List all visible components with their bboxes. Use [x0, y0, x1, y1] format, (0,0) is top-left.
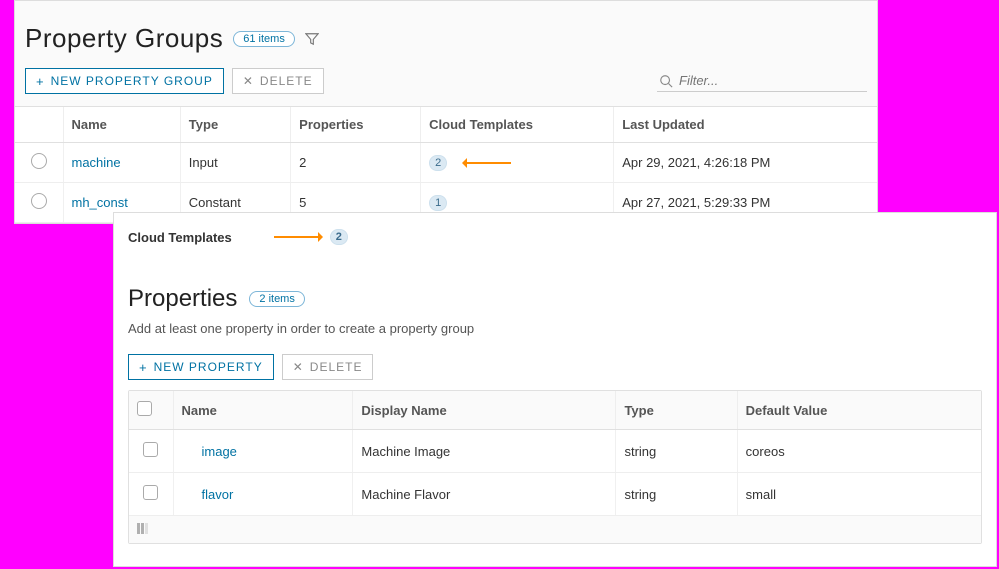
col-cloud-templates[interactable]: Cloud Templates	[421, 107, 614, 143]
detail-panel: Cloud Templates 2 Properties 2 items Add…	[113, 212, 997, 567]
property-type: string	[616, 473, 737, 516]
filter-search[interactable]	[657, 70, 867, 92]
filter-icon[interactable]	[305, 32, 319, 46]
page-title: Property Groups	[25, 23, 223, 54]
new-property-group-button[interactable]: + NEW PROPERTY GROUP	[25, 68, 224, 94]
property-name-link[interactable]: image	[202, 444, 237, 459]
close-icon: ✕	[293, 361, 304, 373]
delete-property-button[interactable]: ✕ DELETE	[282, 354, 374, 380]
col-default-value[interactable]: Default Value	[737, 391, 981, 430]
properties-table: Name Display Name Type Default Value ima…	[129, 391, 981, 516]
property-display-name: Machine Flavor	[353, 473, 616, 516]
annotation-arrow-icon	[463, 162, 511, 164]
group-type: Input	[180, 143, 290, 183]
col-properties[interactable]: Properties	[291, 107, 421, 143]
cloud-templates-badge[interactable]: 1	[429, 195, 447, 211]
property-type: string	[616, 430, 737, 473]
property-default-value: small	[737, 473, 981, 516]
new-property-button[interactable]: + NEW PROPERTY	[128, 354, 274, 380]
search-icon	[659, 74, 673, 88]
row-select-checkbox[interactable]	[143, 485, 158, 500]
col-name[interactable]: Name	[63, 107, 180, 143]
col-type[interactable]: Type	[180, 107, 290, 143]
column-picker-icon[interactable]	[137, 523, 148, 534]
delete-property-label: DELETE	[310, 360, 363, 374]
close-icon: ✕	[243, 75, 254, 87]
properties-count-badge: 2 items	[249, 291, 304, 307]
table-row[interactable]: image Machine Image string coreos	[129, 430, 981, 473]
filter-input[interactable]	[679, 73, 865, 88]
properties-help-text: Add at least one property in order to cr…	[128, 321, 982, 336]
group-name-link[interactable]: mh_const	[72, 195, 128, 210]
row-select-radio[interactable]	[31, 193, 47, 209]
table-row[interactable]: flavor Machine Flavor string small	[129, 473, 981, 516]
property-groups-panel: Property Groups 61 items + NEW PROPERTY …	[14, 0, 878, 224]
table-row[interactable]: machine Input 2 2 Apr 29, 2021, 4:26:18 …	[15, 143, 877, 183]
col-last-updated[interactable]: Last Updated	[614, 107, 877, 143]
annotation-arrow-icon	[274, 236, 322, 238]
new-property-group-label: NEW PROPERTY GROUP	[51, 74, 213, 88]
property-name-link[interactable]: flavor	[202, 487, 234, 502]
row-select-checkbox[interactable]	[143, 442, 158, 457]
col-name[interactable]: Name	[173, 391, 353, 430]
cloud-templates-label: Cloud Templates	[128, 230, 232, 245]
row-select-radio[interactable]	[31, 153, 47, 169]
group-properties: 2	[291, 143, 421, 183]
plus-icon: +	[139, 361, 148, 374]
property-default-value: coreos	[737, 430, 981, 473]
plus-icon: +	[36, 75, 45, 88]
delete-button[interactable]: ✕ DELETE	[232, 68, 324, 94]
new-property-label: NEW PROPERTY	[154, 360, 263, 374]
group-last-updated: Apr 29, 2021, 4:26:18 PM	[614, 143, 877, 183]
property-groups-table: Name Type Properties Cloud Templates Las…	[15, 106, 877, 223]
group-name-link[interactable]: machine	[72, 155, 121, 170]
properties-title: Properties	[128, 285, 237, 313]
property-display-name: Machine Image	[353, 430, 616, 473]
select-all-checkbox[interactable]	[137, 401, 152, 416]
cloud-templates-badge[interactable]: 2	[429, 155, 447, 171]
delete-label: DELETE	[260, 74, 313, 88]
col-type[interactable]: Type	[616, 391, 737, 430]
col-display-name[interactable]: Display Name	[353, 391, 616, 430]
cloud-templates-count-badge[interactable]: 2	[330, 229, 348, 245]
item-count-badge: 61 items	[233, 31, 295, 47]
